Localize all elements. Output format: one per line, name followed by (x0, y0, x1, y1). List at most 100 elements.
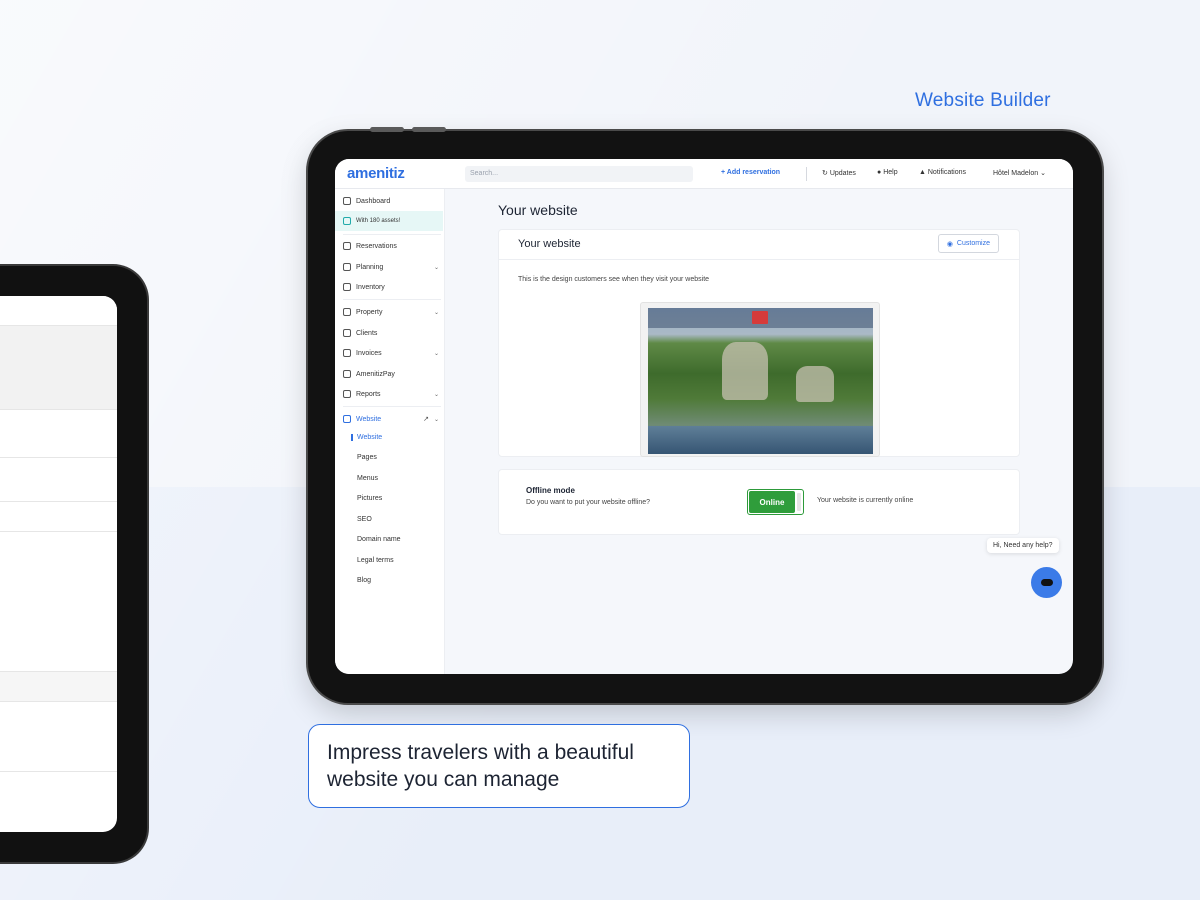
chevron-down-icon: ⌄ (433, 391, 439, 398)
secondary-tablet (0, 266, 147, 862)
sidebar-subitem-blog[interactable]: Blog (357, 577, 371, 584)
top-bar: amenitiz Search... + Add reservation ↻ U… (335, 159, 1073, 189)
notifications-label: Notifications (927, 169, 967, 176)
secondary-row (0, 532, 117, 672)
card-header: Your website ◉ Customize (499, 230, 1019, 260)
toggle-knob (797, 493, 801, 511)
sidebar-item-label: Inventory (356, 283, 385, 291)
offline-mode-card: Offline mode Do you want to put your web… (498, 469, 1020, 535)
gift-icon (343, 217, 351, 225)
secondary-row (0, 296, 117, 326)
tablet-screen: amenitiz Search... + Add reservation ↻ U… (335, 159, 1073, 674)
clients-icon (343, 329, 351, 337)
sidebar-item-label: Reports (356, 390, 381, 398)
sidebar-item-label: Invoices (356, 349, 382, 357)
sidebar-item-label: Property (356, 308, 383, 316)
card-description: This is the design customers see when th… (518, 276, 710, 283)
sidebar-divider (343, 234, 441, 235)
secondary-row (0, 326, 117, 410)
sidebar-subitem-pictures[interactable]: Pictures (357, 495, 382, 502)
tablet-button (412, 127, 446, 132)
sidebar-subitem-domain-name[interactable]: Domain name (357, 536, 401, 543)
chevron-down-icon: ⌄ (433, 350, 439, 357)
sidebar-subitem-seo[interactable]: SEO (357, 516, 372, 523)
sidebar-subitem-pages[interactable]: Pages (357, 454, 377, 461)
notifications-link[interactable]: ▲ Notifications (919, 169, 966, 176)
sidebar-subitem-legal-terms[interactable]: Legal terms (357, 557, 394, 564)
help-label: Help (883, 169, 898, 176)
card-icon (343, 370, 351, 378)
secondary-row (0, 502, 117, 532)
customize-button[interactable]: ◉ Customize (937, 234, 999, 253)
secondary-row (0, 702, 117, 772)
updates-link[interactable]: ↻ Updates (822, 169, 856, 177)
main-tablet: amenitiz Search... + Add reservation ↻ U… (308, 127, 1102, 703)
website-status-text: Your website is currently online (817, 497, 914, 504)
preview-river (648, 426, 873, 454)
website-preview-frame[interactable] (640, 302, 880, 457)
sidebar-subitem-menus[interactable]: Menus (357, 475, 378, 482)
updates-icon: ↻ (822, 170, 830, 177)
chevron-down-icon: ⌄ (433, 309, 439, 316)
add-reservation-button[interactable]: + Add reservation (721, 169, 780, 176)
help-link[interactable]: ● Help (877, 169, 898, 176)
page-title: Your website (498, 202, 578, 218)
reports-icon (343, 390, 351, 398)
sidebar-subitem-website[interactable]: Website (351, 434, 382, 441)
preview-cliff (722, 342, 768, 400)
sidebar-divider (343, 406, 441, 407)
secondary-row (0, 410, 117, 458)
secondary-tablet-screen (0, 296, 117, 832)
external-link-icon[interactable]: ↗ (423, 415, 429, 423)
promo-label: Website Builder (915, 90, 1051, 111)
sidebar-item-clients[interactable]: Clients (343, 326, 443, 340)
sidebar-item-reservations[interactable]: Reservations (343, 239, 443, 253)
topbar-divider (806, 167, 807, 181)
planning-icon (343, 263, 351, 271)
sidebar-item-label: With 180 assets! (356, 218, 401, 224)
invoice-icon (343, 349, 351, 357)
preview-castle (796, 366, 834, 402)
online-toggle[interactable]: Online (747, 489, 804, 515)
sidebar-item-reports[interactable]: Reports ⌄ (343, 387, 443, 401)
sidebar-item-property[interactable]: Property ⌄ (343, 305, 443, 319)
sidebar-item-label: Clients (356, 329, 378, 337)
sidebar-item-label: Website (356, 415, 382, 423)
preview-logo (752, 311, 768, 324)
sidebar-item-amenitizpay[interactable]: AmenitizPay (343, 367, 443, 381)
bell-icon: ▲ (919, 169, 928, 176)
sidebar-item-inventory[interactable]: Inventory (343, 280, 443, 294)
sidebar: Dashboard With 180 assets! Reservations … (335, 189, 445, 674)
customize-label: Customize (956, 240, 990, 247)
search-input[interactable]: Search... (465, 166, 693, 182)
dashboard-icon (343, 197, 351, 205)
sidebar-item-label: Dashboard (356, 197, 391, 205)
website-preview-image (648, 308, 873, 454)
sidebar-item-website[interactable]: Website ⌄ ↗ (343, 412, 443, 426)
secondary-row (0, 672, 117, 702)
sidebar-item-invoices[interactable]: Invoices ⌄ (343, 346, 443, 360)
property-icon (343, 308, 351, 316)
chevron-down-icon: ⌄ (433, 416, 439, 423)
secondary-row (0, 458, 117, 502)
user-menu[interactable]: Hôtel Madelon ⌄ (993, 169, 1046, 177)
website-icon (343, 415, 351, 423)
inventory-icon (343, 283, 351, 291)
chat-button[interactable] (1031, 567, 1062, 598)
amenitiz-logo[interactable]: amenitiz (347, 165, 405, 182)
chat-icon (1040, 579, 1053, 586)
sidebar-item-planning[interactable]: Planning ⌄ (343, 260, 443, 274)
chevron-down-icon: ⌄ (433, 264, 439, 271)
sidebar-item-label: Reservations (356, 242, 397, 250)
website-preview-card: Your website ◉ Customize This is the des… (498, 229, 1020, 457)
online-toggle-label: Online (749, 491, 795, 513)
calendar-icon (343, 242, 351, 250)
sidebar-item-dashboard[interactable]: Dashboard (343, 194, 443, 208)
offline-mode-title: Offline mode (526, 486, 575, 495)
sidebar-item-promo[interactable]: With 180 assets! (343, 214, 443, 228)
card-title: Your website (518, 238, 581, 250)
tablet-button (370, 127, 404, 132)
updates-label: Updates (829, 170, 856, 177)
help-bubble[interactable]: Hi, Need any help? (987, 538, 1059, 553)
sidebar-item-label: AmenitizPay (356, 370, 395, 378)
